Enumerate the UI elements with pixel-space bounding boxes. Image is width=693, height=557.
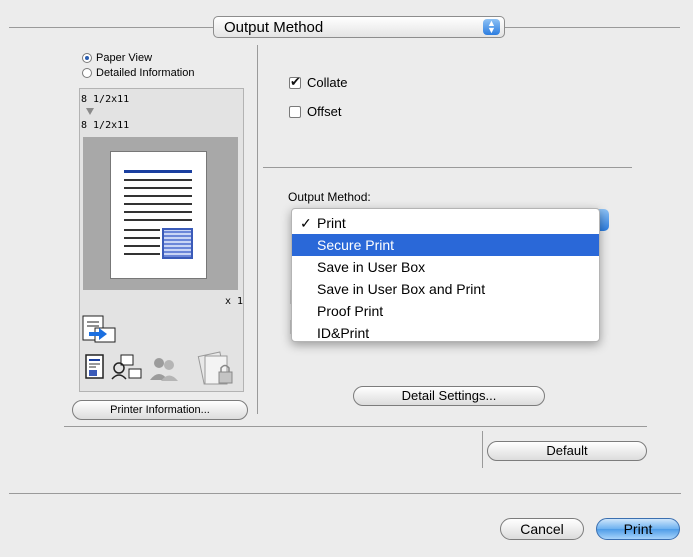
menu-item-print-label: Print	[317, 215, 346, 231]
checkmark-icon: ✓	[300, 215, 312, 231]
page-preview-icon	[110, 151, 207, 279]
offset-checkbox-box	[289, 105, 301, 118]
collate-label: Collate	[307, 75, 348, 90]
input-paper-size: 8 1/2x11	[81, 94, 130, 105]
offset-label: Offset	[307, 104, 342, 119]
output-method-label: Output Method:	[288, 190, 371, 204]
menu-item-print[interactable]: ✓ Print	[292, 212, 599, 234]
radio-dot-icon	[82, 68, 92, 78]
output-paper-size: 8 1/2x11	[81, 120, 130, 131]
footer-separator	[9, 493, 681, 494]
lock-document-icon	[197, 351, 233, 385]
menu-item-secure-print[interactable]: Secure Print	[292, 234, 599, 256]
print-job-icon	[85, 354, 104, 379]
radio-detailed-information-label: Detailed Information	[96, 67, 195, 79]
radio-paper-view-label: Paper View	[96, 52, 153, 64]
panel-popup-label: Output Method	[224, 19, 324, 36]
user-box-icon	[111, 354, 142, 380]
printer-information-button[interactable]: Printer Information...	[72, 400, 248, 420]
default-separator	[482, 431, 483, 468]
options-separator	[263, 167, 632, 168]
menu-item-proof-print[interactable]: Proof Print	[292, 300, 599, 322]
menu-item-id-print-label: ID&Print	[317, 325, 370, 341]
detail-settings-button[interactable]: Detail Settings...	[353, 386, 545, 406]
top-separator-right	[505, 27, 680, 28]
output-tray-icon	[82, 315, 116, 343]
collate-checkbox-box	[289, 74, 301, 90]
top-separator-left	[9, 27, 213, 28]
vertical-separator	[257, 45, 258, 414]
cancel-button[interactable]: Cancel	[500, 518, 584, 540]
down-arrow-icon	[86, 108, 94, 115]
bottom-panel-separator	[64, 426, 647, 427]
users-disabled-icon	[150, 358, 178, 381]
radio-dot-icon	[82, 53, 92, 63]
default-button[interactable]: Default	[487, 441, 647, 461]
menu-item-save-in-user-box[interactable]: Save in User Box	[292, 256, 599, 278]
radio-paper-view[interactable]: Paper View	[82, 52, 152, 64]
menu-item-proof-print-label: Proof Print	[317, 303, 384, 319]
menu-item-save-in-user-box-and-print[interactable]: Save in User Box and Print	[292, 278, 599, 300]
collate-checkbox[interactable]: Collate	[289, 74, 348, 90]
print-button[interactable]: Print	[596, 518, 680, 540]
offset-checkbox[interactable]: Offset	[289, 104, 341, 119]
radio-detailed-information[interactable]: Detailed Information	[82, 67, 194, 79]
menu-item-id-print[interactable]: ID&Print	[292, 322, 599, 344]
menu-item-save-in-user-box-label: Save in User Box	[317, 259, 426, 275]
up-down-arrows-icon: ▲ ▼	[483, 19, 500, 35]
menu-item-save-in-user-box-and-print-label: Save in User Box and Print	[317, 281, 486, 297]
panel-popup[interactable]: Output Method ▲ ▼	[213, 16, 505, 38]
output-method-menu[interactable]: ✓ Print Secure Print Save in User Box Sa…	[291, 208, 600, 342]
menu-item-secure-print-label: Secure Print	[317, 237, 395, 253]
copies-count: x 1	[225, 296, 244, 307]
